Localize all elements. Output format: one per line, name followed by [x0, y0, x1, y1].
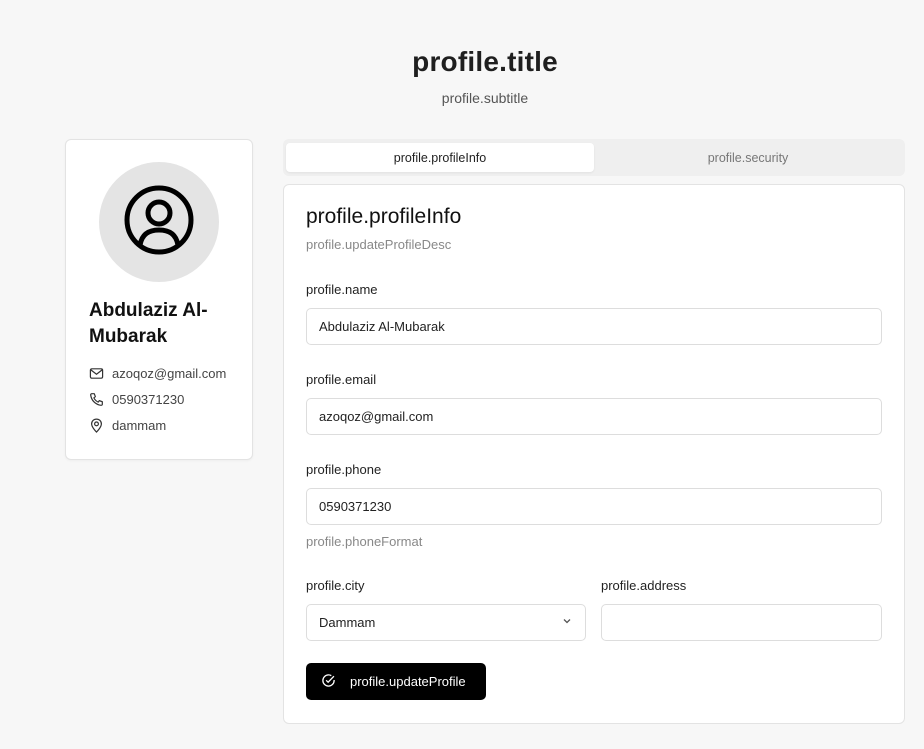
chevron-down-icon	[561, 615, 573, 630]
address-label: profile.address	[601, 578, 687, 593]
user-circle-icon	[123, 184, 195, 261]
tab-security[interactable]: profile.security	[594, 143, 902, 172]
form-heading: profile.profileInfo	[306, 205, 462, 228]
profile-page: profile.title profile.subtitle Abdulaziz…	[0, 0, 924, 749]
profile-tabs: profile.profileInfo profile.security	[283, 139, 905, 176]
name-label: profile.name	[306, 282, 378, 297]
location-text: dammam	[112, 418, 167, 433]
city-select-value: Dammam	[319, 615, 376, 630]
phone-text: 0590371230	[112, 392, 185, 407]
page-subtitle: profile.subtitle	[441, 90, 529, 106]
page-title: profile.title	[412, 46, 558, 77]
phone-icon	[89, 392, 104, 407]
mail-icon	[89, 366, 104, 381]
update-profile-button[interactable]: profile.updateProfile	[306, 663, 486, 700]
location-info: dammam	[89, 418, 166, 433]
phone-info: 0590371230	[89, 392, 184, 407]
avatar	[99, 162, 219, 282]
email-label: profile.email	[306, 372, 377, 387]
profile-summary-card: Abdulaziz Al-Mubarak azoqoz@gmail.com 05…	[65, 139, 253, 460]
form-description: profile.updateProfileDesc	[306, 237, 452, 252]
map-pin-icon	[89, 418, 104, 433]
phone-label: profile.phone	[306, 462, 382, 477]
phone-field[interactable]	[306, 488, 882, 525]
name-field[interactable]	[306, 308, 882, 345]
email-info: azoqoz@gmail.com	[89, 366, 226, 381]
city-label: profile.city	[306, 578, 365, 593]
email-text: azoqoz@gmail.com	[112, 366, 227, 381]
profile-form-card: profile.profileInfo profile.updateProfil…	[283, 184, 905, 724]
email-field[interactable]	[306, 398, 882, 435]
phone-format-hint: profile.phoneFormat	[306, 534, 423, 549]
update-profile-label: profile.updateProfile	[350, 674, 466, 689]
address-field[interactable]	[601, 604, 882, 641]
user-name: Abdulaziz Al-Mubarak	[89, 300, 208, 347]
check-circle-icon	[321, 673, 336, 691]
tab-profile-info[interactable]: profile.profileInfo	[286, 143, 594, 172]
city-select[interactable]: Dammam	[306, 604, 586, 641]
